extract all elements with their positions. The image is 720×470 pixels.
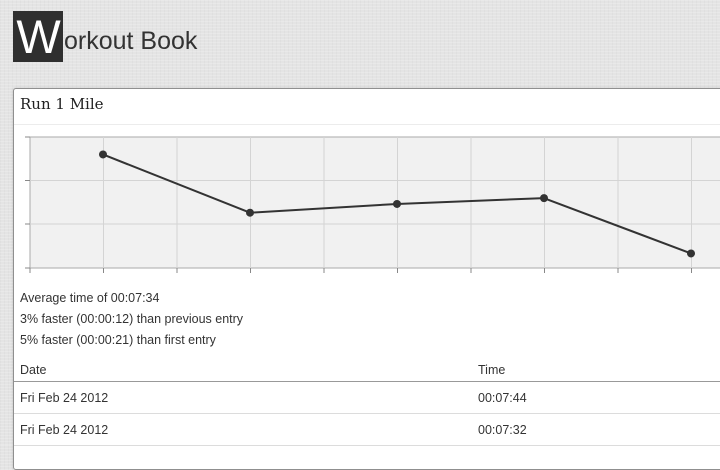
data-point xyxy=(540,194,548,203)
data-point xyxy=(687,249,695,258)
table-header-row: Date Time xyxy=(14,359,720,382)
average-time-text: Average time of 00:07:34 xyxy=(20,291,160,305)
data-point xyxy=(246,208,254,217)
plot-area xyxy=(29,136,720,269)
table-row[interactable]: Fri Feb 24 2012 00:07:44 xyxy=(14,381,720,414)
entries-table: Date Time Fri Feb 24 2012 00:07:44 Fri F… xyxy=(14,359,720,446)
app-logo[interactable]: W orkout Book xyxy=(13,10,197,62)
app-title: orkout Book xyxy=(64,27,198,55)
data-point xyxy=(393,199,401,208)
stats-summary: Average time of 00:07:34 3% faster (00:0… xyxy=(20,288,243,351)
exercise-panel: Run 1 Mile Average time of 00:07:34 3% f… xyxy=(13,88,720,470)
logo-letter-box: W xyxy=(13,11,63,62)
time-column-header: Time xyxy=(472,359,720,382)
previous-comparison-text: 3% faster (00:00:12) than previous entry xyxy=(20,312,244,326)
entry-date: Fri Feb 24 2012 xyxy=(14,413,472,446)
progress-chart xyxy=(25,136,720,273)
table-row[interactable]: Fri Feb 24 2012 00:07:32 xyxy=(14,413,720,446)
data-point xyxy=(99,150,107,159)
entry-time: 00:07:44 xyxy=(472,381,720,414)
date-column-header: Date xyxy=(14,359,472,382)
entry-date: Fri Feb 24 2012 xyxy=(14,381,472,414)
first-comparison-text: 5% faster (00:00:21) than first entry xyxy=(20,333,216,347)
entry-time: 00:07:32 xyxy=(472,413,720,446)
